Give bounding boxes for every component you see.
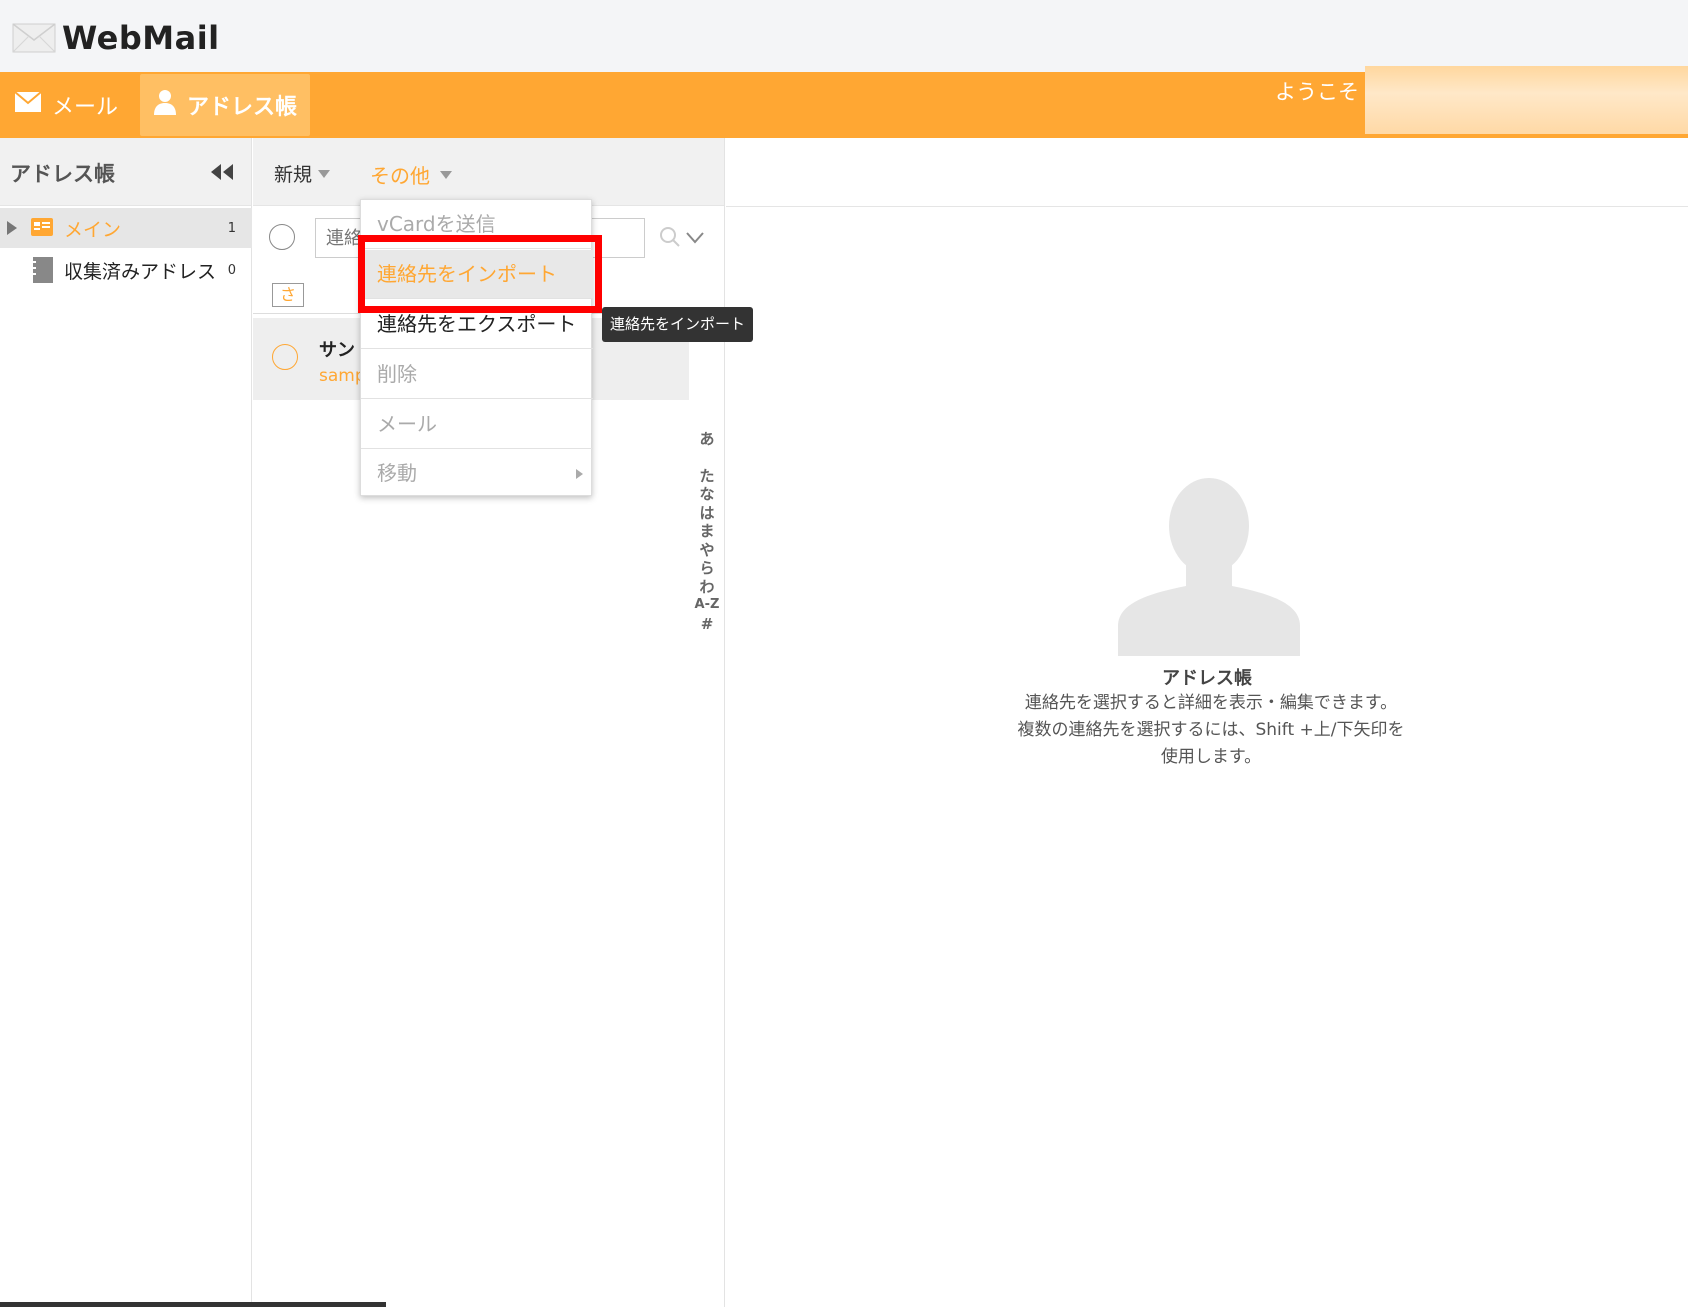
top-bar: WebMail xyxy=(0,0,1688,72)
username-redacted xyxy=(1365,66,1688,134)
menu-item-delete[interactable]: 削除 xyxy=(361,350,593,399)
detail-description: 連絡先を選択すると詳細を表示・編集できます。 複数の連絡先を選択するには、Shi… xyxy=(1017,693,1405,767)
horizontal-scrollbar[interactable] xyxy=(0,1302,386,1307)
index-letter[interactable]: は xyxy=(689,504,725,523)
group-count: 1 xyxy=(227,220,236,236)
person-icon xyxy=(153,89,187,121)
group-main[interactable]: メイン 1 xyxy=(0,208,252,248)
group-label: メイン xyxy=(64,218,122,241)
other-button-label: その他 xyxy=(370,164,430,188)
index-letter[interactable]: A-Z xyxy=(689,596,725,615)
nav-addressbook-tab[interactable]: アドレス帳 xyxy=(140,74,310,136)
other-dropdown-menu: vCardを送信 連絡先をインポート 連絡先をエクスポート 削除 メール 移動 xyxy=(360,199,593,498)
list-toolbar: 新規 その他 xyxy=(253,138,724,206)
nav-mail-label: メール xyxy=(52,95,119,120)
envelope-logo-icon xyxy=(12,22,56,54)
select-all-checkbox[interactable] xyxy=(269,224,295,250)
mail-icon xyxy=(14,91,52,119)
chevron-down-icon xyxy=(318,169,331,178)
logo-text: WebMail xyxy=(62,19,220,57)
new-button-label: 新規 xyxy=(274,164,313,186)
addressbook-card-icon xyxy=(30,216,54,243)
contact-name: サン xyxy=(319,340,355,361)
contact-checkbox[interactable] xyxy=(272,344,298,370)
index-letter[interactable]: # xyxy=(689,615,725,634)
detail-divider xyxy=(726,206,1688,207)
menu-item-import-contacts[interactable]: 連絡先をインポート xyxy=(361,250,593,299)
chevron-down-icon xyxy=(440,170,452,179)
logo: WebMail xyxy=(12,18,220,58)
notebook-icon xyxy=(30,256,54,289)
avatar-placeholder-icon xyxy=(1116,476,1302,660)
nav-addressbook-label: アドレス帳 xyxy=(186,95,297,120)
menu-item-mail[interactable]: メール xyxy=(361,400,593,449)
sidebar-header: アドレス帳 xyxy=(0,138,251,206)
index-letter[interactable]: あ xyxy=(689,430,725,449)
menu-item-export-contacts[interactable]: 連絡先をエクスポート xyxy=(361,300,593,349)
nav-mail-tab[interactable]: メール xyxy=(14,74,138,136)
search-options-chevron-icon[interactable] xyxy=(685,230,705,249)
group-label: 収集済みアドレス xyxy=(64,260,217,283)
detail-title: アドレス帳 xyxy=(1162,668,1252,689)
welcome-text: ようこそ xyxy=(1275,80,1359,104)
sidebar-title: アドレス帳 xyxy=(10,162,115,186)
index-letter[interactable]: た xyxy=(689,467,725,486)
group-count: 0 xyxy=(227,262,236,278)
menu-item-send-vcard[interactable]: vCardを送信 xyxy=(361,200,593,249)
new-button[interactable]: 新規 xyxy=(274,160,331,187)
index-spacer xyxy=(689,449,725,467)
contact-email: samp xyxy=(319,366,366,386)
index-letter[interactable]: や xyxy=(689,541,725,560)
contact-detail-panel: アドレス帳 連絡先を選択すると詳細を表示・編集できます。 複数の連絡先を選択する… xyxy=(726,138,1688,1307)
index-letter[interactable]: な xyxy=(689,485,725,504)
menu-item-move[interactable]: 移動 xyxy=(361,449,593,498)
letter-badge: さ xyxy=(272,283,304,307)
index-letter[interactable]: ら xyxy=(689,559,725,578)
expand-arrow-icon[interactable] xyxy=(6,219,18,241)
other-menu-button[interactable]: その他 xyxy=(370,160,452,189)
tooltip: 連絡先をインポート xyxy=(602,307,754,342)
search-icon[interactable] xyxy=(659,226,681,252)
addressbook-sidebar: アドレス帳 メイン 1 収集済みアドレス 0 xyxy=(0,138,252,1307)
group-collected-addresses[interactable]: 収集済みアドレス 0 xyxy=(0,250,252,290)
menu-item-move-label: 移動 xyxy=(377,461,417,485)
collapse-sidebar-icon[interactable] xyxy=(208,160,236,184)
index-letter[interactable]: ま xyxy=(689,522,725,541)
submenu-arrow-icon xyxy=(576,469,583,479)
index-letter[interactable]: わ xyxy=(689,578,725,597)
